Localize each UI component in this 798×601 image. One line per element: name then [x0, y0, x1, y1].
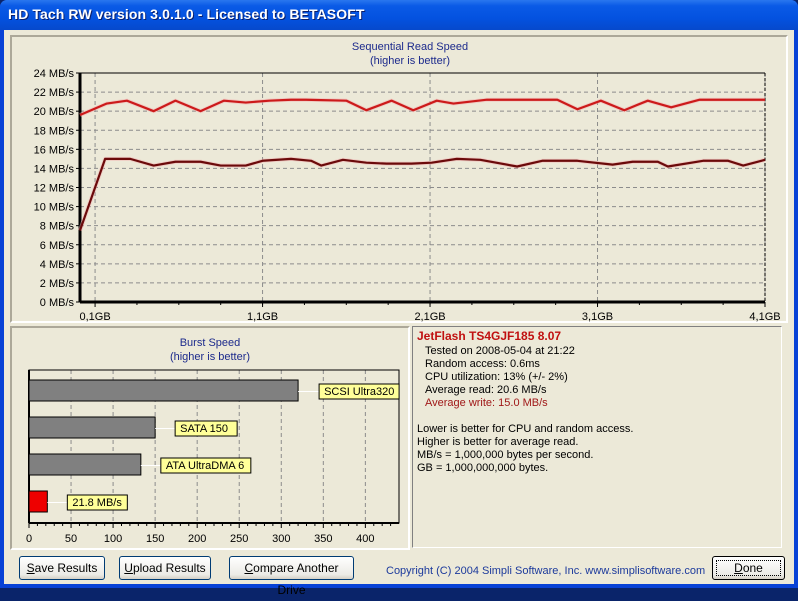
- bar-label: SCSI Ultra320: [324, 386, 394, 398]
- results-info-panel: JetFlash TS4GJF185 8.07 Tested on 2008-0…: [412, 326, 782, 548]
- cpu-utilization: CPU utilization: 13% (+/- 2%): [425, 371, 568, 383]
- compare-label: ompare Another Drive: [253, 561, 339, 597]
- x-tick-label: 400: [356, 533, 374, 545]
- done-button[interactable]: Done: [712, 556, 785, 580]
- burst-bar: [28, 379, 299, 402]
- save-results-button[interactable]: Save Results: [19, 556, 105, 580]
- x-tick-label: 50: [65, 533, 77, 545]
- tested-on: Tested on 2008-05-04 at 21:22: [425, 345, 575, 357]
- upload-results-button[interactable]: Upload Results: [119, 556, 211, 580]
- x-tick-label: 250: [230, 533, 248, 545]
- bar-label: SATA 150: [180, 423, 228, 435]
- focus-rect: [716, 560, 781, 576]
- x-tick-label: 3,1GB: [582, 311, 613, 323]
- random-access: Random access: 0.6ms: [425, 358, 540, 370]
- burst-bar: [28, 416, 156, 439]
- burst-bar: [28, 453, 142, 476]
- note-line: MB/s = 1,000,000 bytes per second.: [417, 449, 594, 461]
- compare-mnemonic: C: [244, 561, 254, 575]
- x-tick-label: 350: [314, 533, 332, 545]
- x-tick-label: 100: [104, 533, 122, 545]
- average-write: Average write: 15.0 MB/s: [425, 397, 548, 409]
- burst-bar: [28, 490, 48, 513]
- x-tick-label: 4,1GB: [749, 311, 780, 323]
- x-tick-label: 150: [146, 533, 164, 545]
- app-window: HD Tach RW version 3.0.1.0 - Licensed to…: [0, 0, 798, 597]
- save-mnemonic: S: [26, 561, 35, 575]
- x-tick-label: 200: [188, 533, 206, 545]
- burst-speed-chart: 0 50 100 150 200 250 300 350 400 SCSI Ultra320 SAT…: [26, 369, 400, 545]
- x-tick-label: 0: [26, 533, 32, 545]
- upload-mnemonic: U: [124, 561, 133, 575]
- drive-name: JetFlash TS4GJF185 8.07: [417, 329, 562, 343]
- compare-another-drive-button[interactable]: Compare Another Drive: [229, 556, 354, 597]
- average-read: Average read: 20.6 MB/s: [425, 384, 547, 396]
- note-line: GB = 1,000,000,000 bytes.: [417, 462, 549, 474]
- save-label: ave Results: [34, 561, 98, 575]
- note-line: Lower is better for CPU and random acces…: [417, 423, 634, 435]
- bar-label: ATA UltraDMA 6: [166, 460, 244, 472]
- copyright-link[interactable]: Copyright (C) 2004 Simpli Software, Inc.…: [386, 565, 705, 577]
- upload-label: pload Results: [132, 561, 206, 575]
- bar-label: 21.8 MB/s: [72, 497, 122, 509]
- note-line: Higher is better for average read.: [417, 436, 579, 448]
- x-tick-label: 300: [272, 533, 290, 545]
